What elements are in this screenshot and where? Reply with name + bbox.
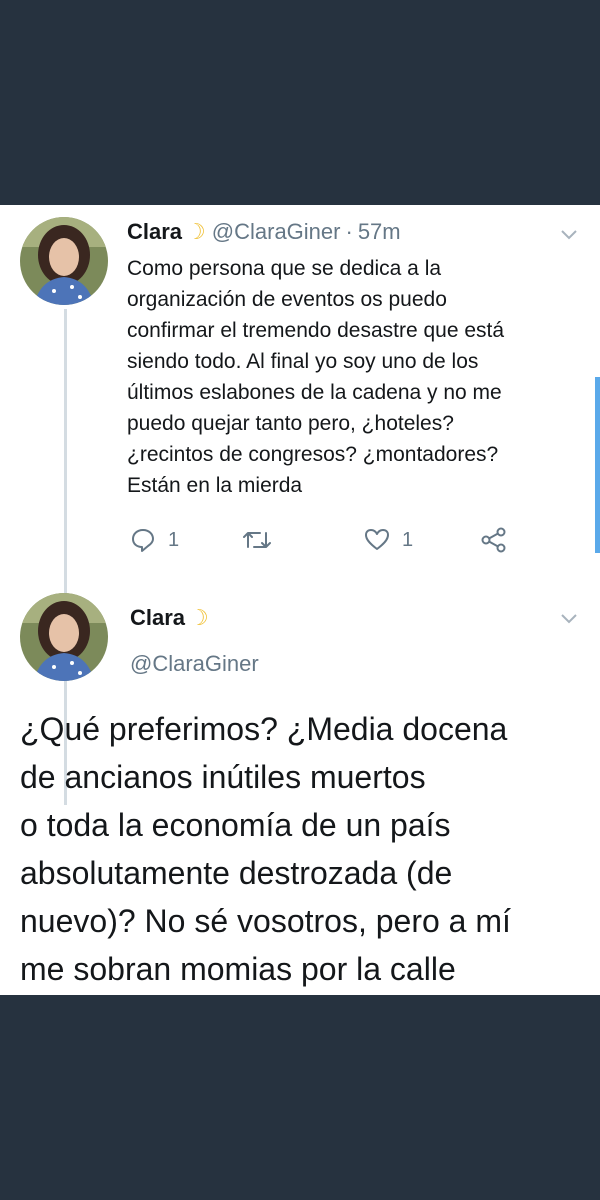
text-line: Están en la mierda [127, 474, 303, 497]
retweet-icon [242, 527, 272, 553]
chevron-down-icon[interactable] [558, 607, 580, 629]
author-handle[interactable]: @ClaraGiner [130, 651, 259, 677]
avatar[interactable] [20, 217, 108, 305]
text-line: últimos eslabones de la cadena y no me [127, 381, 502, 404]
text-line: Como persona que se dedica a la [127, 257, 442, 280]
reply-icon [130, 527, 156, 553]
chevron-down-icon[interactable] [558, 223, 580, 245]
tweet-actions: 1 1 [130, 525, 530, 555]
text-line: o toda la economía de un país [20, 807, 451, 843]
heart-icon [364, 527, 390, 553]
author-name[interactable]: Clara [130, 605, 185, 631]
separator-dot: · [345, 219, 353, 244]
text-line: me sobran momias por la calle [20, 951, 456, 987]
text-line: ¿recintos de congresos? ¿montadores? [127, 443, 499, 466]
tweet1-text: Como persona que se dedica a la organiza… [127, 253, 577, 501]
tweet1-header: Clara ☽ @ClaraGiner · 57m [127, 219, 401, 245]
reply-count: 1 [168, 528, 180, 551]
text-line: nuevo)? No sé vosotros, pero a mí [20, 903, 511, 939]
scrollbar[interactable] [595, 377, 600, 553]
tweet2-header: Clara ☽ @ClaraGiner [130, 605, 259, 677]
like-count: 1 [402, 528, 414, 551]
crescent-moon-icon: ☽ [189, 605, 209, 630]
text-line: organización de eventos os puedo [127, 288, 447, 311]
author-name[interactable]: Clara [127, 219, 182, 245]
text-line: siendo todo. Al final yo soy uno de los [127, 350, 479, 373]
tweet-card: Clara ☽ @ClaraGiner · 57m Como persona q… [0, 205, 600, 995]
text-line: absolutamente destrozada (de [20, 855, 453, 891]
tweet-timestamp[interactable]: 57m [358, 219, 401, 245]
text-line: confirmar el tremendo desastre que está [127, 319, 505, 342]
author-handle[interactable]: @ClaraGiner [212, 219, 341, 245]
avatar[interactable] [20, 593, 108, 681]
text-line: de ancianos inútiles muertos [20, 759, 426, 795]
share-button[interactable] [480, 525, 508, 555]
retweet-button[interactable] [242, 525, 272, 555]
tweet2-text: ¿Qué preferimos? ¿Media docena de ancian… [20, 705, 590, 993]
reply-button[interactable]: 1 [130, 525, 179, 555]
text-line: puedo quejar tanto pero, ¿hoteles? [127, 412, 454, 435]
share-icon [480, 527, 508, 553]
like-button[interactable]: 1 [364, 525, 413, 555]
text-line: ¿Qué preferimos? ¿Media docena [20, 711, 508, 747]
crescent-moon-icon: ☽ [186, 219, 206, 244]
